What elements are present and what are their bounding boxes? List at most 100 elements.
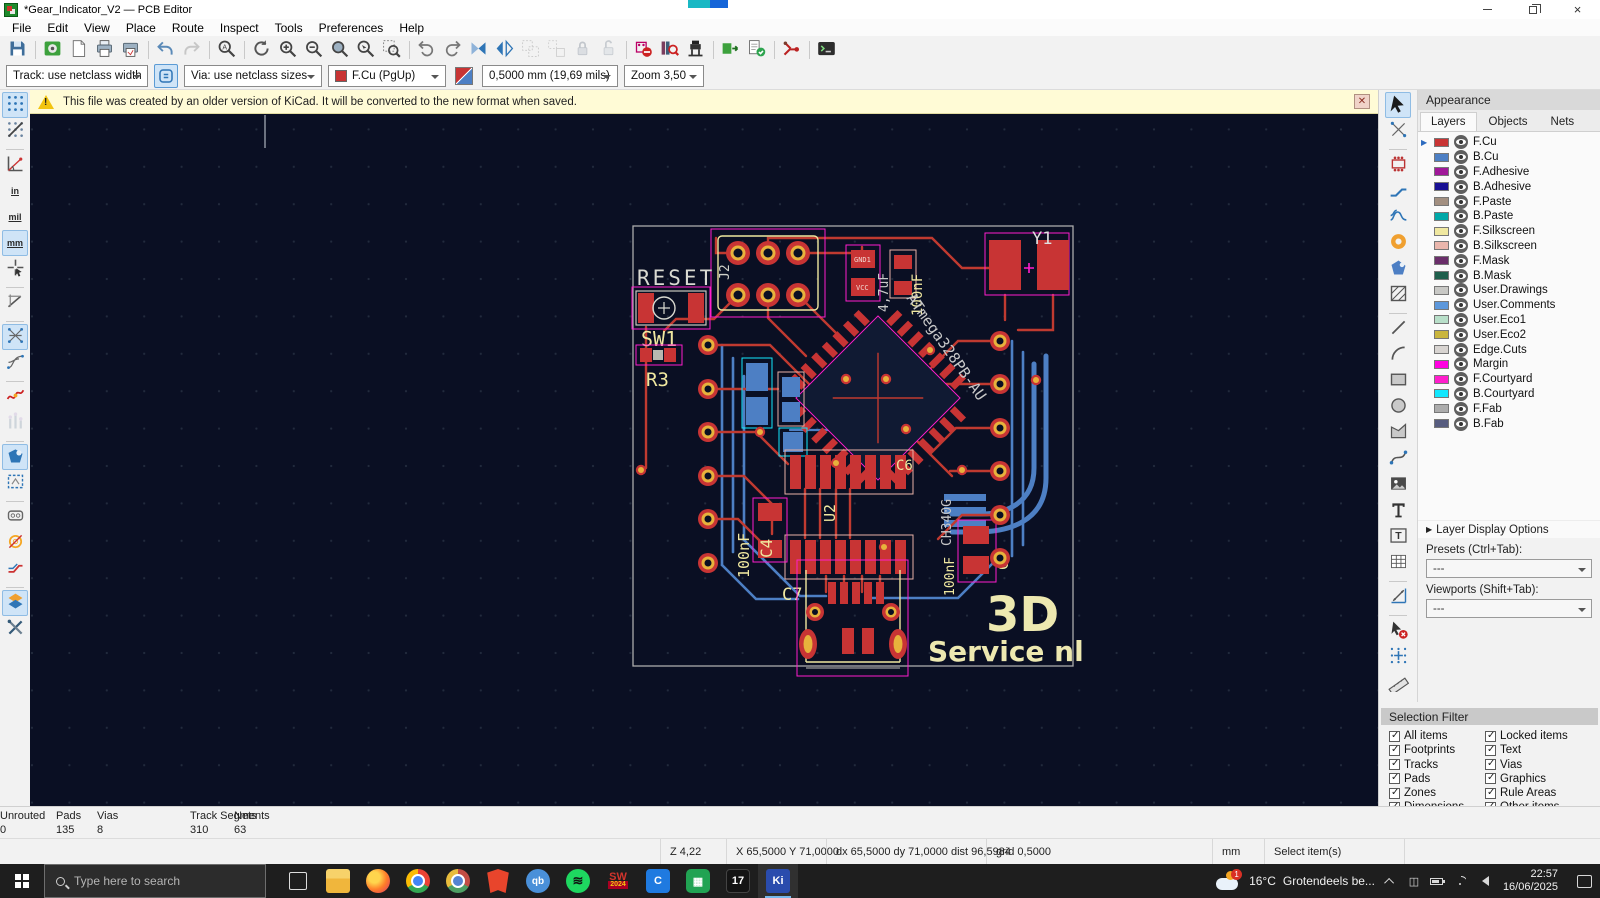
local-ratsnest-button[interactable] [1385,118,1411,144]
lock-button[interactable] [569,37,595,63]
layer-user-drawings[interactable]: ▶ User.Drawings [1418,283,1600,298]
zoom-to-selection-button[interactable] [378,37,404,63]
cursor-shape-button[interactable] [2,256,28,282]
layer-selector-dropdown[interactable]: F.Cu (PgUp) [328,65,446,87]
filter-tracks[interactable]: Tracks [1389,758,1485,771]
brave-taskbar-icon[interactable] [478,864,518,898]
restore-button[interactable] [1510,0,1555,19]
layer-visibility-eye-icon[interactable] [1454,179,1468,194]
layer-visibility-eye-icon[interactable] [1454,135,1468,150]
layer-f-cu[interactable]: ▶ F.Cu [1418,135,1600,150]
pad-sketch-mode-button[interactable] [2,501,28,530]
draw-rectangle-button[interactable] [1385,368,1411,394]
net-color-mode-button[interactable] [2,410,28,436]
minimize-button[interactable] [1465,0,1510,19]
menu-file[interactable]: File [4,20,39,36]
layer-visibility-eye-icon[interactable] [1454,238,1468,253]
zoom-to-objects-button[interactable] [352,37,378,63]
ratsnest-visibility-button[interactable] [2,321,28,350]
rotate-cw-button[interactable] [439,37,465,63]
layer-f-fab[interactable]: ▶ F.Fab [1418,401,1600,416]
ref-j2[interactable]: J2 [718,264,733,280]
layer-color-swatch[interactable] [1434,137,1449,147]
track-sketch-mode-button[interactable] [2,556,28,582]
place-footprint-mode-button[interactable] [682,37,708,63]
zoom-in-button[interactable] [274,37,300,63]
taskbar-clock[interactable]: 22:57 16/06/2025 [1499,868,1562,894]
kicad-taskbar-icon[interactable]: Ki [758,864,798,898]
search-input[interactable] [74,874,234,888]
layer-visibility-eye-icon[interactable] [1454,298,1468,313]
board-setup-button[interactable] [35,37,65,63]
tab-nets[interactable]: Nets [1540,112,1586,131]
layer-f-paste[interactable]: ▶ F.Paste [1418,194,1600,209]
delete-tool-button[interactable] [1385,615,1411,644]
units-mils-button[interactable]: mil [2,204,28,230]
draw-polygon-button[interactable] [1385,420,1411,446]
chrome-taskbar-icon[interactable] [398,864,438,898]
layer-color-swatch[interactable] [1434,256,1449,266]
cleanup-tracks-button[interactable] [774,37,804,63]
ref-c6[interactable]: C6 [896,458,913,474]
battery-icon[interactable] [1430,874,1446,888]
layer-color-swatch[interactable] [1434,330,1449,340]
draw-circle-button[interactable] [1385,394,1411,420]
zoom-out-button[interactable] [300,37,326,63]
filter-vias[interactable]: Vias [1485,758,1598,771]
layer-visibility-eye-icon[interactable] [1454,312,1468,327]
checkbox-icon[interactable] [1485,787,1496,799]
checkbox-icon[interactable] [1389,744,1400,756]
scripting-console-button[interactable] [809,37,839,63]
checkbox-icon[interactable] [1389,772,1400,785]
rotate-ccw-button[interactable] [409,37,439,63]
pcb-drawing[interactable]: J2 Y1 RESET SW1 R3 GND1 VCC 4,7uF 100nF … [30,90,1378,806]
polar-coordinates-button[interactable] [2,149,28,178]
footprint-c9[interactable] [778,427,808,457]
menu-inspect[interactable]: Inspect [212,20,267,36]
checkbox-icon[interactable] [1485,772,1496,785]
page-settings-button[interactable] [65,37,91,63]
menu-route[interactable]: Route [164,20,212,36]
volume-icon[interactable] [1476,874,1490,888]
mirror-button[interactable] [491,37,517,63]
menu-preferences[interactable]: Preferences [311,20,392,36]
add-dimension-button[interactable] [1385,581,1411,610]
start-button[interactable] [0,864,44,898]
weather-widget[interactable]: 16°C Grotendeels be... [1216,869,1375,890]
viewports-dropdown[interactable]: --- [1426,599,1592,618]
layer-visibility-eye-icon[interactable] [1454,150,1468,165]
menu-tools[interactable]: Tools [267,20,311,36]
layer-color-swatch[interactable] [1434,197,1449,207]
ref-c7[interactable]: C7 [782,585,802,605]
save-button[interactable] [4,37,30,63]
presets-dropdown[interactable]: --- [1426,559,1592,578]
layer-visibility-eye-icon[interactable] [1454,357,1468,372]
via-size-dropdown[interactable]: Via: use netclass sizes [184,65,322,87]
layer-visibility-eye-icon[interactable] [1454,401,1468,416]
footprint-editor-button[interactable] [626,37,656,63]
track-width-dropdown[interactable]: Track: use netclass width [6,65,148,87]
value-100nf-c5[interactable]: 100nF [943,557,958,596]
layer-color-swatch[interactable] [1434,167,1449,177]
auto-track-width-toggle[interactable] [154,64,178,88]
layer-user-comments[interactable]: ▶ User.Comments [1418,298,1600,313]
layer-visibility-eye-icon[interactable] [1454,283,1468,298]
update-pcb-from-schematic-button[interactable] [713,37,743,63]
layer-edge-cuts[interactable]: ▶ Edge.Cuts [1418,342,1600,357]
group-button[interactable] [517,37,543,63]
sheets-taskbar-icon[interactable]: ▦ [678,864,718,898]
layer-user-eco1[interactable]: ▶ User.Eco1 [1418,312,1600,328]
tray-expand-chevron-icon[interactable] [1384,874,1398,888]
tab-layers[interactable]: Layers [1420,112,1477,131]
solidworks-taskbar-icon[interactable]: SW 2024 [598,864,638,898]
menu-edit[interactable]: Edit [39,20,76,36]
layer-pair-toggle[interactable] [452,64,476,88]
draw-arc-button[interactable] [1385,342,1411,368]
clickup-taskbar-icon[interactable]: C [638,864,678,898]
place-footprint-tool-button[interactable] [1385,149,1411,178]
layer-user-eco2[interactable]: ▶ User.Eco2 [1418,327,1600,342]
layer-b-mask[interactable]: ▶ B.Mask [1418,268,1600,283]
layer-color-swatch[interactable] [1434,374,1449,384]
ratsnest-curved-button[interactable] [2,350,28,376]
layer-b-paste[interactable]: ▶ B.Paste [1418,209,1600,224]
